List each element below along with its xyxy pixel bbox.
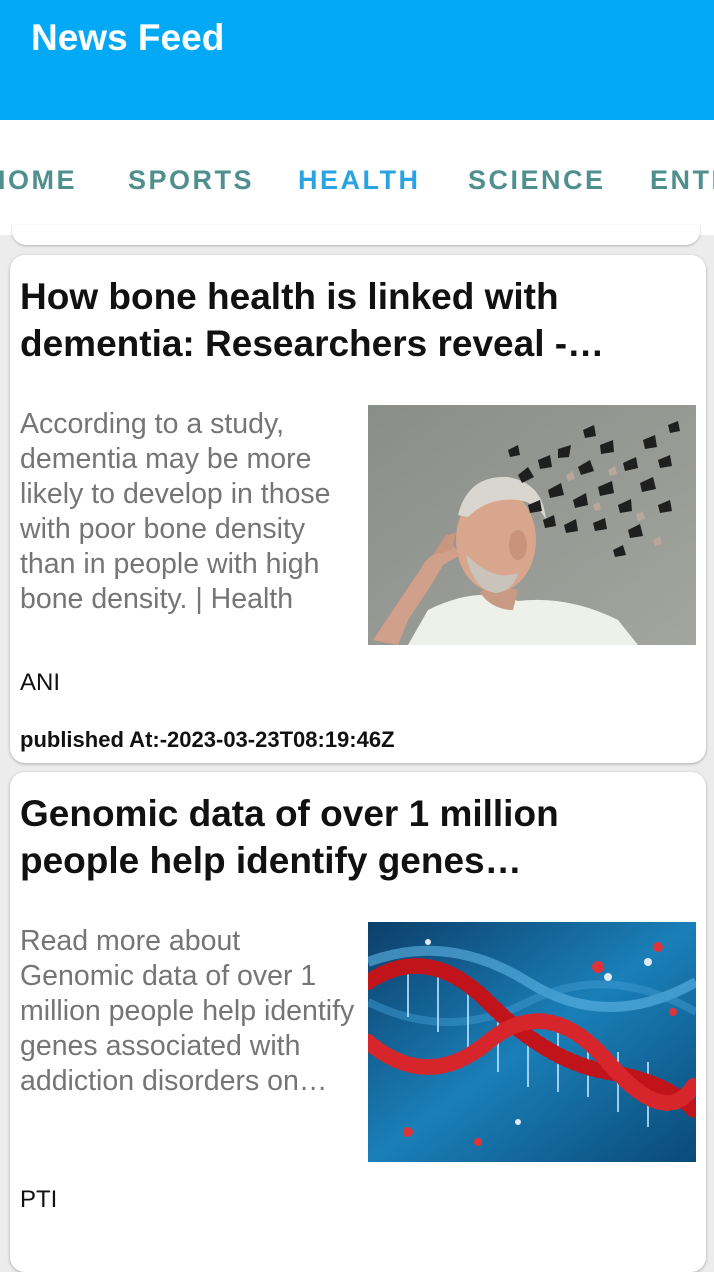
tab-entertainment[interactable]: ENTERTAINMENT: [650, 160, 714, 200]
category-tab-bar: HOME SPORTS HEALTH SCIENCE ENTERTAINMENT: [0, 120, 714, 235]
man-dementia-image: [368, 405, 696, 645]
news-title: Genomic data of over 1 million people he…: [20, 793, 559, 881]
tab-sports[interactable]: SPORTS: [128, 160, 254, 200]
news-published-date: published At:-2023-03-23T08:19:46Z: [20, 727, 395, 752]
app-bar: News Feed: [0, 0, 714, 120]
news-title: How bone health is linked with dementia:…: [20, 276, 605, 364]
dna-helix-image: [368, 922, 696, 1162]
news-card[interactable]: How bone health is linked with dementia:…: [10, 255, 706, 763]
tab-home[interactable]: HOME: [0, 160, 77, 200]
tab-science[interactable]: SCIENCE: [468, 160, 606, 200]
news-source: PTI: [20, 1186, 58, 1213]
news-source: ANI: [20, 669, 61, 696]
tab-health[interactable]: HEALTH: [298, 160, 421, 200]
app-title: News Feed: [31, 17, 225, 58]
previous-card-edge: [12, 225, 700, 245]
news-description: Read more about Genomic data of over 1 m…: [20, 925, 355, 1097]
news-description: According to a study, dementia may be mo…: [20, 408, 331, 615]
news-card[interactable]: Genomic data of over 1 million people he…: [10, 772, 706, 1272]
